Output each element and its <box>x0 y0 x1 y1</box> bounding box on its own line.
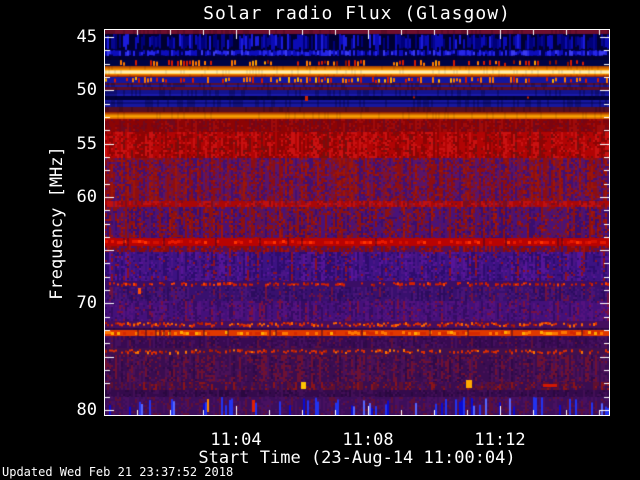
y-tick-label: 60 <box>76 187 97 207</box>
x-tick-label: 11:08 <box>342 430 394 450</box>
y-tick-label: 70 <box>76 293 97 313</box>
y-tick-label: 45 <box>76 27 97 47</box>
x-tick-label: 11:04 <box>210 430 262 450</box>
y-axis-title: Frequency [MHz] <box>47 146 67 300</box>
spectrogram-window: Solar radio Flux (Glasgow) Frequency [MH… <box>0 0 640 480</box>
updated-timestamp: Updated Wed Feb 21 23:37:52 2018 <box>2 465 234 479</box>
y-tick-label: 80 <box>76 400 97 420</box>
chart-title: Solar radio Flux (Glasgow) <box>203 3 511 24</box>
y-tick-label: 50 <box>76 80 97 100</box>
spectrogram-plot <box>104 29 610 416</box>
y-tick-label: 55 <box>76 134 97 154</box>
x-tick-label: 11:12 <box>474 430 526 450</box>
